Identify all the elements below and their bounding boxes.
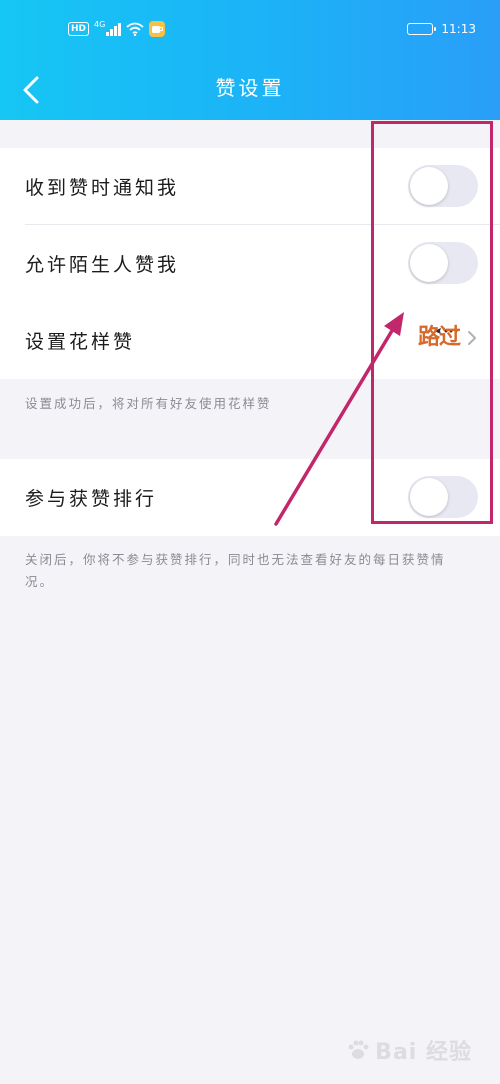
toggle-knob bbox=[410, 244, 448, 282]
wifi-icon bbox=[126, 22, 144, 36]
style-like-note: 设置成功后，将对所有好友使用花样赞 bbox=[25, 396, 272, 411]
style-like-label: 设置花样赞 bbox=[25, 331, 136, 353]
status-bar: HD 4G 11:13 bbox=[0, 0, 500, 60]
settings-group-main: 收到赞时通知我 允许陌生人赞我 设置花样赞 路过 bbox=[0, 148, 500, 379]
nav-bar: 赞设置 bbox=[0, 60, 500, 120]
style-like-selector[interactable]: 路过 bbox=[418, 324, 478, 352]
status-left: HD 4G bbox=[68, 19, 165, 37]
status-right: 11:13 bbox=[407, 22, 476, 36]
watermark-text: Bai 经验 bbox=[375, 1040, 472, 1065]
style-like-value: 路过 bbox=[417, 325, 461, 350]
ranking-note: 关闭后，你将不参与获赞排行，同时也无法查看好友的每日获赞情况。 bbox=[25, 552, 446, 589]
row-style-like[interactable]: 设置花样赞 路过 bbox=[0, 302, 500, 379]
clock: 11:13 bbox=[441, 22, 476, 36]
notify-toggle[interactable] bbox=[408, 165, 478, 207]
row-stranger: 允许陌生人赞我 bbox=[0, 225, 500, 302]
watermark: Bai 经验 bbox=[345, 1034, 472, 1066]
row-ranking: 参与获赞排行 bbox=[0, 459, 500, 536]
chevron-right-icon bbox=[468, 331, 476, 345]
notification-app-icon bbox=[148, 21, 165, 37]
row-notify: 收到赞时通知我 bbox=[0, 148, 500, 225]
paw-icon bbox=[348, 1040, 369, 1059]
battery-icon bbox=[407, 23, 437, 35]
hd-badge: HD bbox=[68, 22, 90, 36]
settings-group-ranking: 参与获赞排行 bbox=[0, 459, 500, 536]
app-header: HD 4G 11:13 赞设置 bbox=[0, 0, 500, 120]
stranger-label: 允许陌生人赞我 bbox=[25, 254, 180, 276]
page-title: 赞设置 bbox=[215, 76, 285, 100]
notify-label: 收到赞时通知我 bbox=[25, 177, 180, 199]
ranking-toggle[interactable] bbox=[408, 476, 478, 518]
signal-icon bbox=[106, 22, 121, 36]
network-label: 4G bbox=[94, 19, 106, 29]
ranking-label: 参与获赞排行 bbox=[25, 488, 158, 510]
toggle-knob bbox=[410, 167, 448, 205]
stranger-toggle[interactable] bbox=[408, 242, 478, 284]
toggle-knob bbox=[410, 478, 448, 516]
